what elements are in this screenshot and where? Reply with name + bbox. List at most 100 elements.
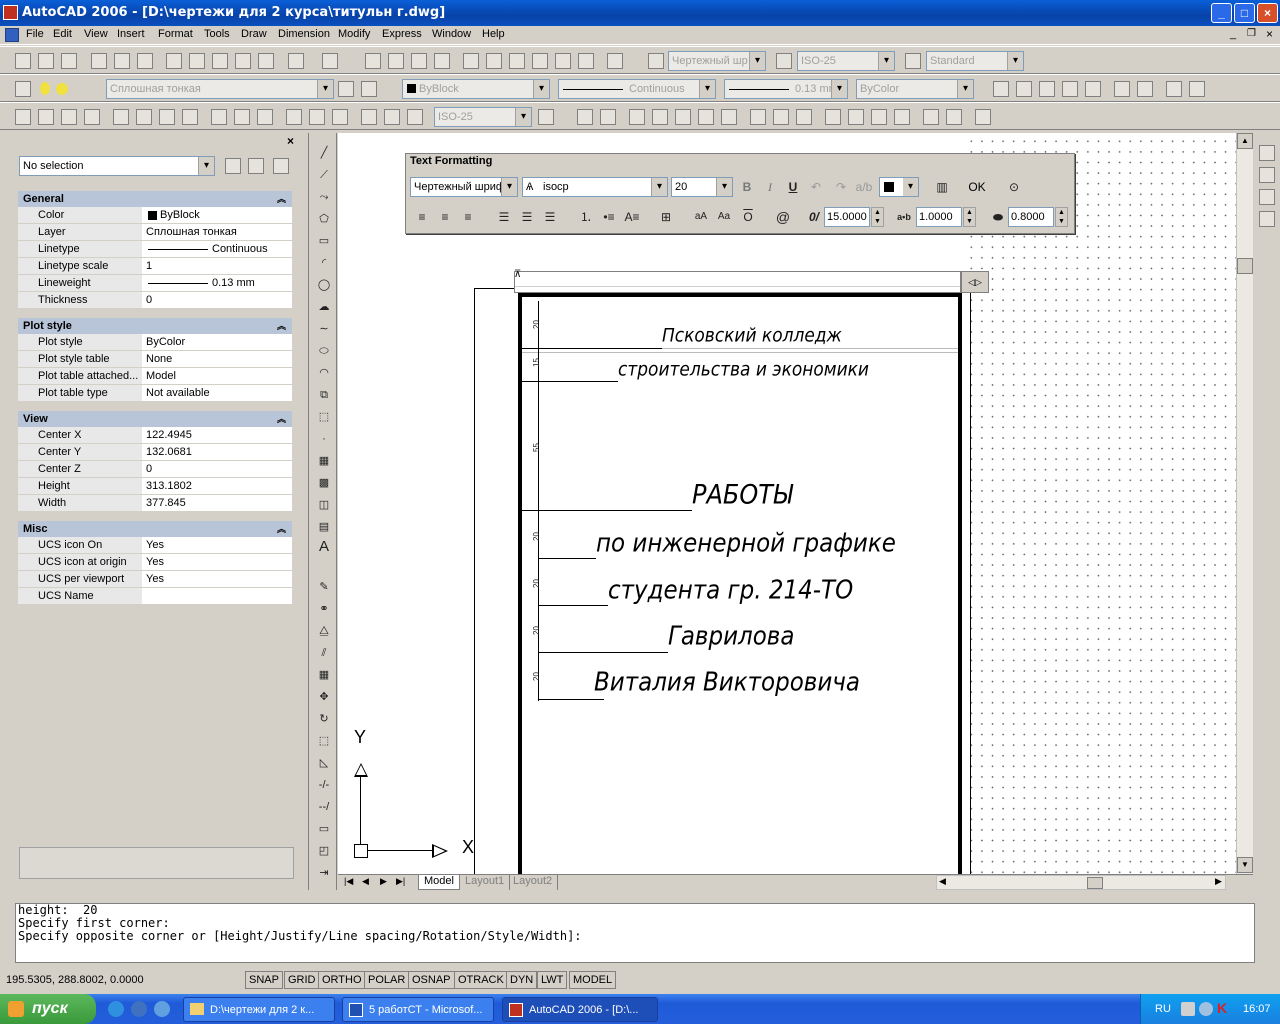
- properties-icon[interactable]: [463, 53, 479, 69]
- zoom-in-icon[interactable]: [1114, 81, 1130, 97]
- menu-tools[interactable]: Tools: [204, 28, 230, 40]
- baseline-icon[interactable]: [234, 109, 250, 125]
- dim-style-select-2[interactable]: ISO-25: [434, 107, 532, 127]
- scroll-thumb[interactable]: [1237, 258, 1253, 274]
- menu-insert[interactable]: Insert: [117, 28, 145, 40]
- zoom-out-icon[interactable]: [1137, 81, 1153, 97]
- bold-button[interactable]: B: [737, 177, 757, 197]
- tab-layout2[interactable]: Layout2: [508, 875, 559, 890]
- quicklaunch-icon[interactable]: [154, 1001, 170, 1017]
- last-tab-icon[interactable]: ▶|: [396, 876, 405, 887]
- align-center-icon[interactable]: ≡: [435, 207, 455, 227]
- top-align-icon[interactable]: ☰: [494, 207, 514, 227]
- markup-icon[interactable]: [555, 53, 571, 69]
- draw-order-icon[interactable]: [1259, 145, 1275, 161]
- mirror-icon[interactable]: ⧋: [316, 623, 332, 639]
- ellipse-arc-icon[interactable]: ◠: [316, 365, 332, 381]
- first-name-line[interactable]: Виталия Викторовича: [594, 668, 860, 697]
- osnap-settings-icon[interactable]: [975, 109, 991, 125]
- snap-midpoint-icon[interactable]: [652, 109, 668, 125]
- task-autocad[interactable]: AutoCAD 2006 - [D:\...: [502, 997, 658, 1022]
- ortho-toggle[interactable]: ORTHO: [318, 971, 366, 989]
- osnap-from-icon[interactable]: [600, 109, 616, 125]
- scroll-down-icon[interactable]: ▼: [1237, 857, 1253, 873]
- section-plot-style[interactable]: Plot style ︽: [18, 318, 292, 334]
- match-properties-icon[interactable]: [235, 53, 251, 69]
- doc-restore-icon[interactable]: ❐: [1247, 28, 1256, 39]
- prop-row[interactable]: Linetype scale 1: [18, 258, 292, 275]
- plot-icon[interactable]: [91, 53, 107, 69]
- snap-tangent-icon[interactable]: [796, 109, 812, 125]
- underline-button[interactable]: U: [783, 177, 803, 197]
- move-icon[interactable]: ✥: [316, 689, 332, 705]
- zoom-icon-3[interactable]: [1039, 81, 1055, 97]
- ie-icon[interactable]: [108, 1001, 124, 1017]
- snap-insert-icon[interactable]: [871, 109, 887, 125]
- prop-row[interactable]: Linetype Continuous: [18, 241, 292, 258]
- center-mark-icon[interactable]: [332, 109, 348, 125]
- hscroll-thumb[interactable]: [1087, 877, 1103, 889]
- trim-icon[interactable]: -/-: [316, 777, 332, 793]
- snap-endpoint-icon[interactable]: [629, 109, 645, 125]
- snap-center-icon[interactable]: [750, 109, 766, 125]
- vertical-scrollbar[interactable]: ▲ ▼: [1236, 133, 1253, 874]
- task-explorer[interactable]: D:\чертежи для 2 к...: [183, 997, 335, 1022]
- tf-color-select[interactable]: ▾: [879, 177, 919, 197]
- save-icon[interactable]: [61, 53, 77, 69]
- polyline-icon[interactable]: ⤳: [316, 189, 332, 205]
- uppercase-letters-icon[interactable]: A≡: [622, 207, 642, 227]
- prop-row[interactable]: Layer Сплошная тонкая: [18, 224, 292, 241]
- dim-edit-icon[interactable]: [361, 109, 377, 125]
- width-factor-spinner[interactable]: ▲ ▼: [1055, 207, 1068, 227]
- start-button[interactable]: пуск: [0, 994, 96, 1024]
- tab-layout1[interactable]: Layout1: [460, 875, 511, 890]
- arc-length-icon[interactable]: [61, 109, 77, 125]
- document-icon[interactable]: [5, 28, 19, 42]
- help-icon[interactable]: [607, 53, 623, 69]
- scroll-left-icon[interactable]: ◀: [939, 876, 946, 887]
- break-icon[interactable]: ▭: [316, 821, 332, 837]
- point-icon[interactable]: ·: [316, 431, 332, 447]
- snap-perpendicular-icon[interactable]: [825, 109, 841, 125]
- prop-row[interactable]: UCS icon On Yes: [18, 537, 292, 554]
- toggle-pickadd-icon[interactable]: [225, 158, 241, 174]
- prop-row[interactable]: UCS icon at origin Yes: [18, 554, 292, 571]
- bottom-align-icon[interactable]: ☰: [540, 207, 560, 227]
- maximize-button[interactable]: □: [1234, 3, 1255, 23]
- menu-format[interactable]: Format: [158, 28, 193, 40]
- polar-toggle[interactable]: POLAR: [364, 971, 410, 989]
- layer-select[interactable]: Сплошная тонкая: [106, 79, 334, 99]
- linear-dim-icon[interactable]: [15, 109, 31, 125]
- table-icon[interactable]: ▤: [316, 519, 332, 535]
- prev-tab-icon[interactable]: ◀: [362, 876, 369, 887]
- prop-row[interactable]: Plot table type Not available: [18, 385, 292, 402]
- align-right-icon[interactable]: ≡: [458, 207, 478, 227]
- overline-icon[interactable]: O: [738, 207, 758, 227]
- grid-toggle[interactable]: GRID: [284, 971, 320, 989]
- tab-model[interactable]: Model: [418, 875, 460, 890]
- osnap-tracking-icon[interactable]: [577, 109, 593, 125]
- menu-modify[interactable]: Modify: [338, 28, 370, 40]
- tracking-spinner[interactable]: ▲ ▼: [963, 207, 976, 227]
- diameter-icon[interactable]: [159, 109, 175, 125]
- symbol-icon[interactable]: @: [773, 207, 793, 227]
- next-tab-icon[interactable]: ▶: [380, 876, 387, 887]
- prop-row[interactable]: Height 313.1802: [18, 478, 292, 495]
- table-style-select[interactable]: Standard: [926, 51, 1024, 71]
- command-line[interactable]: height: 20 Specify first corner: Specify…: [15, 903, 1255, 963]
- lineweight-select[interactable]: 0.13 mm: [724, 79, 848, 99]
- minimize-button[interactable]: _: [1211, 3, 1232, 23]
- close-button[interactable]: ×: [1257, 3, 1278, 23]
- model-toggle[interactable]: MODEL: [569, 971, 617, 989]
- zoom-extents-icon[interactable]: [1189, 81, 1205, 97]
- numbering-icon[interactable]: ⒈: [576, 207, 596, 227]
- snap-apparent-icon[interactable]: [698, 109, 714, 125]
- width-factor-input[interactable]: 0.8000: [1008, 207, 1054, 227]
- ruler-width-handle-icon[interactable]: ◁▷: [961, 271, 989, 293]
- redo-icon[interactable]: [322, 53, 338, 69]
- prop-row[interactable]: Center Y 132.0681: [18, 444, 292, 461]
- copy-icon[interactable]: [189, 53, 205, 69]
- undo-icon[interactable]: [288, 53, 304, 69]
- redo-text-icon[interactable]: ↷: [831, 177, 851, 197]
- snap-quadrant-icon[interactable]: [773, 109, 789, 125]
